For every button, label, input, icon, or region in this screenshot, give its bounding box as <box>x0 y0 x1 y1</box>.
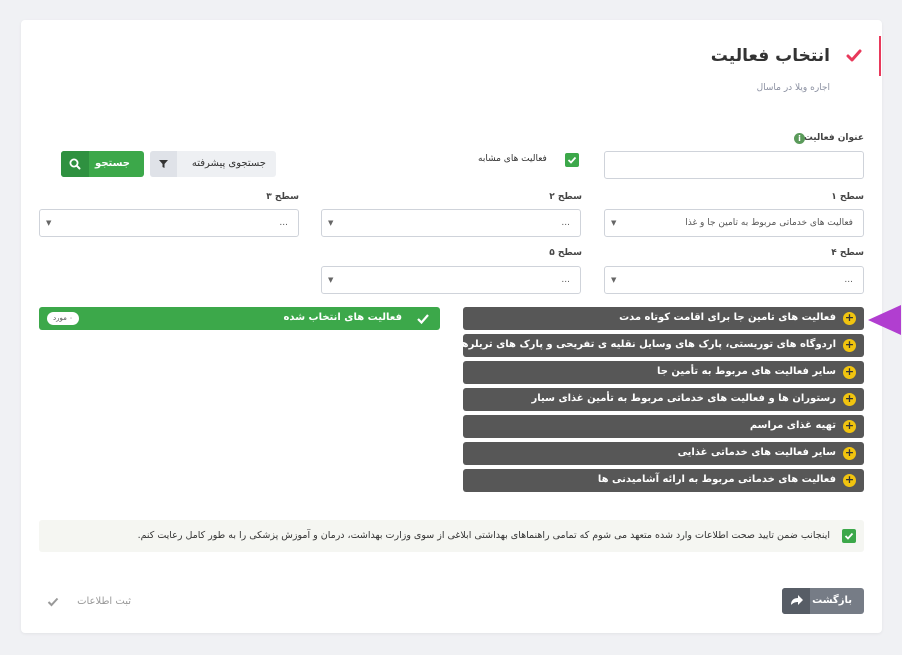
level4-select[interactable]: ... ▼ <box>604 266 864 294</box>
level3-value: ... <box>279 218 288 228</box>
level1-value: فعالیت های خدماتی مربوط به تامین جا و غذ… <box>685 218 853 228</box>
similar-activities-label: فعالیت های مشابه <box>478 154 547 164</box>
info-icon[interactable]: i <box>794 133 805 144</box>
agreement-box: اینجانب ضمن تایید صحت اطلاعات وارد شده م… <box>39 520 864 552</box>
level2-select[interactable]: ... ▼ <box>321 209 581 237</box>
plus-icon: + <box>843 392 856 406</box>
level5-select[interactable]: ... ▼ <box>321 266 581 294</box>
activity-title-label: عنوان فعالیت <box>803 133 864 143</box>
activity-title-input[interactable] <box>604 151 864 179</box>
plus-icon: + <box>843 473 856 487</box>
search-button[interactable]: جستجو <box>61 151 144 177</box>
check-icon <box>846 49 862 62</box>
chevron-down-icon: ▼ <box>611 219 617 227</box>
advanced-search-button[interactable]: جستجوی پیشرفته <box>150 151 276 177</box>
activity-item[interactable]: + سایر فعالیت های خدماتی غذایی <box>463 442 864 465</box>
search-icon <box>61 151 89 177</box>
level3-label: سطح ۳ <box>266 192 299 202</box>
check-icon <box>417 314 429 325</box>
checkmark-icon <box>844 532 854 540</box>
level3-select[interactable]: ... ▼ <box>39 209 299 237</box>
activity-item[interactable]: + رستوران ها و فعالیت های خدماتی مربوط ب… <box>463 388 864 411</box>
plus-icon: + <box>843 446 856 460</box>
activity-item[interactable]: + سایر فعالیت های مربوط به تأمین جا <box>463 361 864 384</box>
selected-count-badge: ۰ مورد <box>47 312 79 325</box>
pointer-arrow-icon <box>868 305 901 335</box>
plus-icon: + <box>843 419 856 433</box>
check-icon <box>47 597 59 607</box>
level2-label: سطح ۲ <box>549 192 582 202</box>
level2-value: ... <box>561 218 570 228</box>
submit-label: ثبت اطلاعات <box>77 596 131 607</box>
share-forward-icon <box>782 588 810 614</box>
activity-item[interactable]: + فعالیت های خدماتی مربوط به ارائه آشامی… <box>463 469 864 492</box>
page-subtitle: اجاره ویلا در ماسال <box>756 83 830 93</box>
activity-item-label: سایر فعالیت های خدماتی غذایی <box>677 447 836 458</box>
level1-label: سطح ۱ <box>831 192 864 202</box>
plus-icon: + <box>843 311 856 325</box>
activity-item-label: فعالیت های خدماتی مربوط به ارائه آشامیدن… <box>597 474 836 485</box>
activity-item[interactable]: + اردوگاه های توریستی، پارک های وسایل نق… <box>458 334 864 357</box>
back-button[interactable]: بازگشت <box>782 588 864 614</box>
back-label: بازگشت <box>812 595 852 606</box>
plus-icon: + <box>843 365 856 379</box>
plus-icon: + <box>843 338 856 352</box>
chevron-down-icon: ▼ <box>328 276 334 284</box>
header-accent-bar <box>879 36 881 76</box>
activity-item[interactable]: + فعالیت های تامین جا برای اقامت کوتاه م… <box>463 307 864 330</box>
level4-label: سطح ۴ <box>831 248 864 258</box>
similar-activities-checkbox[interactable] <box>565 153 579 167</box>
chevron-down-icon: ▼ <box>46 219 52 227</box>
level5-label: سطح ۵ <box>549 248 582 258</box>
filter-icon <box>150 151 177 177</box>
chevron-down-icon: ▼ <box>328 219 334 227</box>
level5-value: ... <box>561 275 570 285</box>
activity-item-label: سایر فعالیت های مربوط به تأمین جا <box>656 366 836 377</box>
level1-select[interactable]: فعالیت های خدماتی مربوط به تامین جا و غذ… <box>604 209 864 237</box>
level4-value: ... <box>844 275 853 285</box>
chevron-down-icon: ▼ <box>611 276 617 284</box>
agreement-text: اینجانب ضمن تایید صحت اطلاعات وارد شده م… <box>137 530 830 541</box>
selected-activities-bar: فعالیت های انتخاب شده ۰ مورد <box>39 307 440 330</box>
checkmark-icon <box>567 156 577 164</box>
submit-button[interactable]: ثبت اطلاعات <box>39 590 143 614</box>
activity-item-label: اردوگاه های توریستی، پارک های وسایل نقلی… <box>457 339 836 350</box>
agreement-checkbox[interactable] <box>842 529 856 543</box>
search-label: جستجو <box>95 158 130 169</box>
activity-item-label: فعالیت های تامین جا برای اقامت کوتاه مدت <box>619 312 836 323</box>
selected-activities-title: فعالیت های انتخاب شده <box>283 312 402 323</box>
activity-item-label: تهیه غذای مراسم <box>749 420 836 431</box>
activity-item[interactable]: + تهیه غذای مراسم <box>463 415 864 438</box>
page-title: انتخاب فعالیت <box>710 46 830 66</box>
advanced-search-label: جستجوی پیشرفته <box>191 158 266 169</box>
activity-item-label: رستوران ها و فعالیت های خدماتی مربوط به … <box>531 393 836 404</box>
